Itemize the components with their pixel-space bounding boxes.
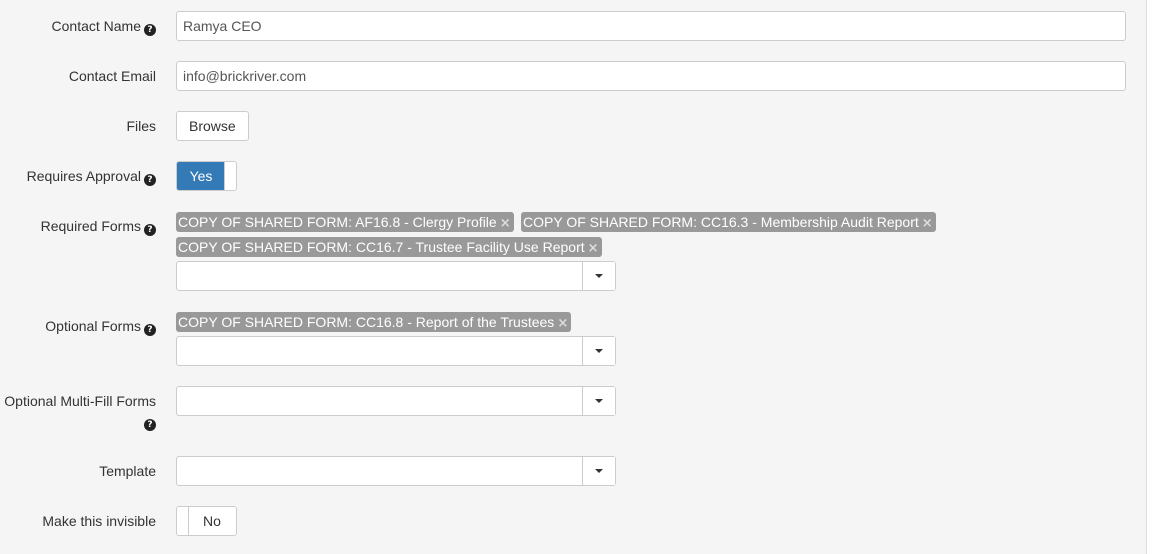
contact-name-input[interactable]: Ramya CEO <box>176 11 1126 41</box>
remove-tag-icon[interactable]: × <box>922 214 933 234</box>
dropdown-toggle[interactable] <box>582 337 615 365</box>
required-forms-row: Required Forms? COPY OF SHARED FORM: AF1… <box>0 211 1146 291</box>
contact-email-row: Contact Email info@brickriver.com <box>0 61 1146 91</box>
scroll-edge <box>1146 0 1152 554</box>
requires-approval-row: Requires Approval? Yes <box>0 161 1146 191</box>
template-row: Template <box>0 456 1146 486</box>
required-forms-select[interactable] <box>176 261 616 291</box>
required-form-tag: COPY OF SHARED FORM: CC16.7 - Trustee Fa… <box>176 237 602 257</box>
caret-down-icon <box>595 349 603 353</box>
make-invisible-label: Make this invisible <box>42 513 156 529</box>
template-select[interactable] <box>176 456 616 486</box>
remove-tag-icon[interactable]: × <box>588 239 599 259</box>
template-label: Template <box>99 463 156 479</box>
optional-form-tag: COPY OF SHARED FORM: CC16.8 - Report of … <box>176 312 572 334</box>
browse-button[interactable]: Browse <box>176 111 249 141</box>
question-circle-icon[interactable]: ? <box>144 174 156 186</box>
toggle-off-label: No <box>203 513 221 529</box>
toggle-on-label: Yes <box>177 162 225 190</box>
optional-multi-fill-forms-row: Optional Multi-Fill Forms ? <box>0 386 1146 436</box>
required-form-tag: COPY OF SHARED FORM: CC16.3 - Membership… <box>521 212 936 232</box>
question-circle-icon[interactable]: ? <box>144 224 156 236</box>
make-invisible-row: Make this invisible No <box>0 506 1146 536</box>
contact-name-label: Contact Name? <box>0 16 156 36</box>
question-circle-icon[interactable]: ? <box>144 24 156 36</box>
optional-multi-fill-forms-label: Optional Multi-Fill Forms ? <box>4 393 156 431</box>
contact-email-input[interactable]: info@brickriver.com <box>176 61 1126 91</box>
question-circle-icon[interactable]: ? <box>144 324 156 336</box>
optional-forms-select[interactable] <box>176 336 616 366</box>
caret-down-icon <box>595 399 603 403</box>
optional-forms-row: Optional Forms? COPY OF SHARED FORM: CC1… <box>0 311 1146 367</box>
required-forms-label: Required Forms? <box>0 216 156 236</box>
contact-email-label: Contact Email <box>68 68 156 84</box>
dropdown-toggle[interactable] <box>582 387 615 415</box>
form-page: Contact Name? Ramya CEO Contact Email in… <box>0 0 1152 554</box>
requires-approval-label: Requires Approval? <box>0 166 156 186</box>
remove-tag-icon[interactable]: × <box>500 214 511 234</box>
optional-multi-fill-forms-select[interactable] <box>176 386 616 416</box>
required-form-tag: COPY OF SHARED FORM: AF16.8 - Clergy Pro… <box>176 212 514 232</box>
toggle-knob <box>224 162 236 190</box>
dropdown-toggle[interactable] <box>582 457 615 485</box>
question-circle-icon[interactable]: ? <box>144 419 156 431</box>
files-row: Files Browse <box>0 111 1146 141</box>
optional-forms-label: Optional Forms? <box>0 316 156 336</box>
dropdown-toggle[interactable] <box>582 262 615 290</box>
files-label: Files <box>126 118 156 134</box>
remove-tag-icon[interactable]: × <box>557 314 568 334</box>
contact-name-row: Contact Name? Ramya CEO <box>0 11 1146 41</box>
make-invisible-toggle[interactable]: No <box>176 506 237 536</box>
caret-down-icon <box>595 274 603 278</box>
requires-approval-toggle[interactable]: Yes <box>176 161 237 191</box>
caret-down-icon <box>595 469 603 473</box>
